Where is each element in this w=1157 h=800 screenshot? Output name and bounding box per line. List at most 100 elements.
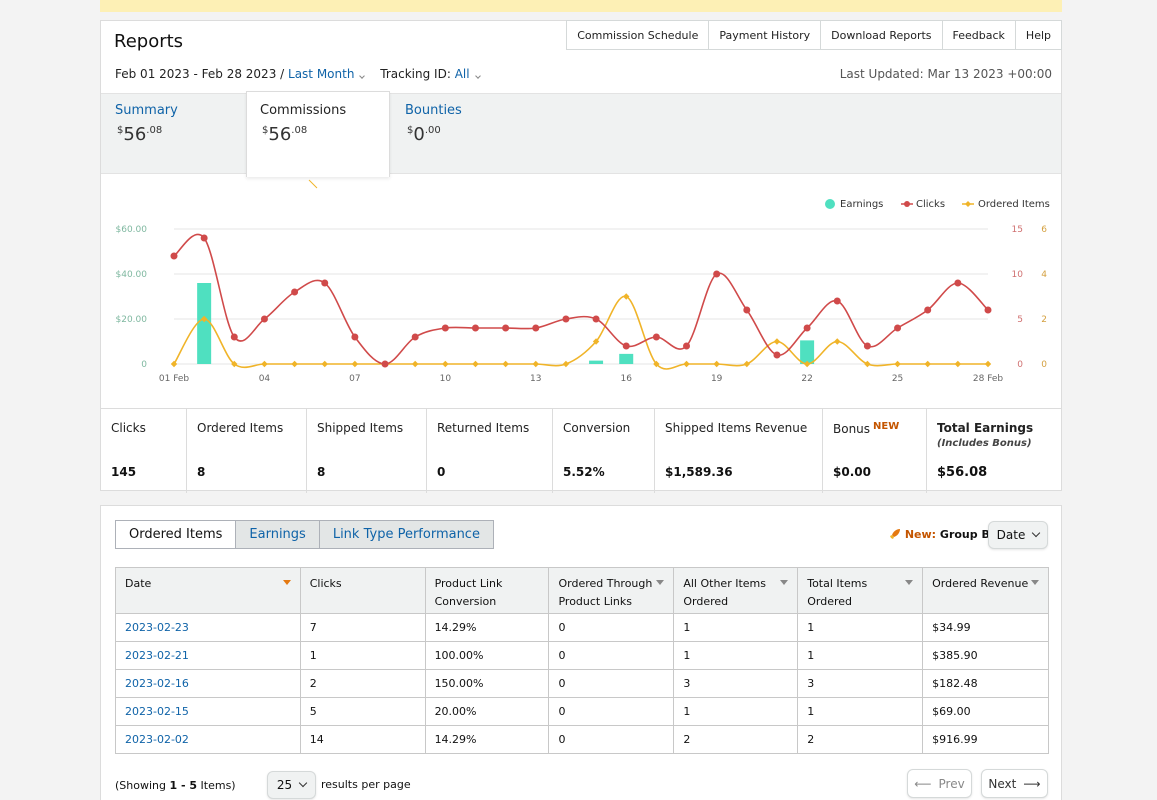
y-right-ordered-tick: 2 — [1041, 315, 1047, 325]
sort-icon — [780, 580, 789, 585]
showing-items: (Showing 1 - 5 Items) — [115, 779, 236, 792]
col-ordered-through-product-links[interactable]: Ordered Through Product Links — [548, 567, 675, 614]
x-tick-label: 25 — [892, 374, 903, 384]
tab-bounties[interactable]: Bounties — [405, 103, 462, 118]
tab-commissions[interactable]: Commissions — [260, 103, 346, 118]
y-right-clicks-tick: 15 — [1012, 225, 1023, 235]
clicks-point — [260, 315, 268, 323]
new-badge: NEW — [873, 421, 900, 432]
tracking-id-dropdown[interactable]: All — [455, 67, 470, 81]
rocket-icon — [890, 529, 900, 539]
row-date-link[interactable]: 2023-02-15 — [115, 697, 301, 726]
legend-ordered-items: Ordered Items — [978, 199, 1050, 210]
date-range: Feb 01 2023 - Feb 28 2023 / — [115, 67, 285, 81]
report-nav: Commission Schedule Payment History Down… — [566, 20, 1062, 50]
table-row: 2023-02-23 7 14.29% 0 1 1 $34.99 — [115, 613, 1049, 642]
group-by: New: Group By: — [889, 528, 1001, 541]
clicks-point — [471, 324, 479, 332]
reports-card: Reports Commission Schedule Payment Hist… — [100, 20, 1062, 493]
ordered-items-point — [261, 360, 268, 368]
legend-earnings-swatch — [825, 199, 835, 209]
clicks-point — [743, 306, 751, 314]
tab-summary[interactable]: Summary — [115, 103, 178, 118]
clicks-point — [773, 351, 781, 359]
x-tick-label: 28 Feb — [973, 374, 1004, 384]
y-right-ordered-tick: 0 — [1041, 360, 1047, 370]
clicks-point — [803, 324, 811, 332]
ordered-items-point — [442, 360, 449, 368]
chevron-down-icon — [359, 73, 366, 79]
row-date-link[interactable]: 2023-02-16 — [115, 669, 301, 698]
y-right-clicks-tick: 10 — [1012, 270, 1024, 280]
ordered-items-line — [173, 295, 988, 370]
x-tick-label: 19 — [711, 374, 723, 384]
clicks-point — [924, 306, 932, 314]
chevron-down-icon — [1032, 528, 1041, 538]
clicks-point — [321, 279, 329, 287]
sort-icon — [905, 580, 914, 585]
col-total-items-ordered[interactable]: Total Items Ordered — [797, 567, 924, 614]
feedback-button[interactable]: Feedback — [941, 21, 1015, 49]
clicks-point — [351, 333, 359, 341]
col-date[interactable]: Date — [115, 567, 301, 614]
earnings-bar — [197, 283, 212, 364]
tab-ordered-items[interactable]: Ordered Items — [116, 521, 236, 548]
next-button[interactable]: Next ⟶ — [981, 769, 1048, 798]
row-date-link[interactable]: 2023-02-23 — [115, 613, 301, 642]
x-tick-label: 01 Feb — [159, 374, 190, 384]
group-by-select[interactable]: Date — [988, 521, 1048, 549]
x-tick-label: 13 — [530, 374, 541, 384]
y-right-ordered-tick: 6 — [1041, 225, 1047, 235]
row-date-link[interactable]: 2023-02-02 — [115, 725, 301, 754]
report-type-tabs: Ordered Items Earnings Link Type Perform… — [115, 520, 494, 549]
bounties-amount: $0.00 — [407, 124, 441, 145]
clicks-point — [894, 324, 902, 332]
period-dropdown[interactable]: Last Month — [288, 67, 354, 81]
table-header-row: Date Clicks Product Link Conversion Order… — [115, 567, 1049, 614]
tab-link-type-performance[interactable]: Link Type Performance — [318, 521, 493, 548]
ordered-items-point — [351, 360, 359, 368]
col-clicks[interactable]: Clicks — [299, 567, 426, 614]
metric-shipped-revenue: Shipped Items Revenue $1,589.36 — [655, 409, 823, 493]
per-page-select[interactable]: 25 — [267, 771, 316, 799]
ordered-items-point — [532, 360, 539, 368]
payment-history-button[interactable]: Payment History — [708, 21, 820, 49]
clicks-point — [683, 342, 691, 350]
legend-earnings: Earnings — [840, 199, 883, 210]
clicks-point — [230, 333, 238, 341]
arrow-left-icon: ⟵ — [914, 776, 932, 791]
help-button[interactable]: Help — [1014, 21, 1061, 49]
commission-schedule-button[interactable]: Commission Schedule — [567, 21, 708, 49]
clicks-point — [863, 342, 871, 350]
row-date-link[interactable]: 2023-02-21 — [115, 641, 301, 670]
col-product-link-conversion[interactable]: Product Link Conversion — [424, 567, 550, 614]
ordered-items-point — [411, 360, 419, 368]
x-tick-label: 10 — [440, 374, 452, 384]
clicks-point — [170, 252, 178, 260]
ordered-items-point — [472, 360, 479, 368]
ordered-items-point — [894, 360, 901, 368]
sort-icon — [1031, 580, 1039, 585]
col-all-other-items-ordered[interactable]: All Other Items Ordered — [673, 567, 799, 614]
tab-earnings[interactable]: Earnings — [235, 521, 318, 548]
download-reports-button[interactable]: Download Reports — [820, 21, 941, 49]
chevron-down-icon — [474, 73, 481, 79]
ordered-items-point — [321, 360, 328, 368]
clicks-point — [532, 324, 540, 332]
summary-amount: $56.08 — [117, 124, 163, 145]
prev-button[interactable]: ⟵ Prev — [907, 769, 972, 798]
tracking-id-label: Tracking ID: — [380, 67, 451, 81]
ordered-items-point — [683, 360, 690, 368]
date-range-row: Feb 01 2023 - Feb 28 2023 / Last Month T… — [115, 67, 481, 81]
ordered-items-table: Date Clicks Product Link Conversion Order… — [115, 567, 1049, 754]
y-left-tick: $40.00 — [116, 270, 148, 280]
clicks-point — [200, 234, 208, 242]
clicks-point — [954, 279, 962, 287]
metric-bonus: Bonus NEW $0.00 — [823, 409, 927, 493]
table-row: 2023-02-02 14 14.29% 0 2 2 $916.99 — [115, 725, 1049, 754]
ordered-items-point — [291, 360, 298, 368]
summary-tab-strip — [101, 93, 1061, 174]
x-tick-label: 04 — [259, 374, 271, 384]
col-ordered-revenue[interactable]: Ordered Revenue — [922, 567, 1049, 614]
metrics-bar: Clicks 145 Ordered Items 8 Shipped Items… — [101, 408, 1061, 493]
